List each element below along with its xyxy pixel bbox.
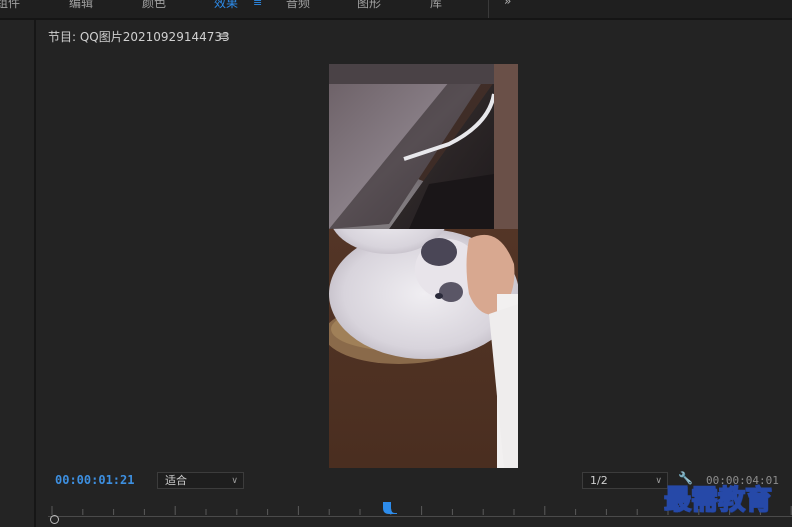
panel-menu-icon[interactable]: ≡ — [218, 29, 228, 43]
chevron-down-icon: ∨ — [231, 476, 238, 486]
workspace-tab-editing[interactable]: 编辑 — [69, 0, 93, 14]
workspace-tab-effects[interactable]: 效果 — [214, 0, 238, 14]
workspace-tab-graphics[interactable]: 图形 — [357, 0, 381, 14]
in-point-icon[interactable] — [50, 515, 59, 524]
more-workspaces-icon[interactable]: » — [504, 0, 511, 8]
workspace-divider — [488, 0, 489, 18]
program-monitor-title[interactable]: 节目: QQ图片20210929144733 — [48, 28, 230, 45]
workspace-tab-color[interactable]: 颜色 — [142, 0, 166, 14]
workspace-tab-audio[interactable]: 音频 — [286, 0, 310, 14]
video-frame[interactable] — [329, 64, 518, 468]
left-panel — [0, 20, 36, 527]
playback-resolution-dropdown[interactable]: 1/2 ∨ — [582, 472, 668, 489]
playhead-icon[interactable] — [381, 500, 401, 516]
program-monitor: 节目: QQ图片20210929144733 ≡ 00:00:01:21 适合 … — [36, 20, 792, 527]
current-timecode[interactable]: 00:00:01:21 — [55, 473, 134, 487]
watermark-logo: 最需教育 — [663, 484, 773, 517]
zoom-fit-value: 适合 — [165, 474, 187, 487]
workspace-menu-icon[interactable]: ≡ — [253, 0, 262, 14]
playback-resolution-value: 1/2 — [590, 474, 608, 487]
chevron-down-icon: ∨ — [655, 476, 662, 486]
workspace-tab-assembly[interactable]: 组件 — [0, 0, 20, 14]
premiere-window: 组件 编辑 颜色 效果 ≡ 音频 图形 库 » 节目: QQ图片20210929… — [0, 0, 792, 527]
zoom-fit-dropdown[interactable]: 适合 ∨ — [157, 472, 244, 489]
workspace-bar: 组件 编辑 颜色 效果 ≡ 音频 图形 库 » — [0, 0, 792, 20]
workspace-tab-libraries[interactable]: 库 — [430, 0, 442, 14]
video-preview-image — [329, 64, 518, 468]
